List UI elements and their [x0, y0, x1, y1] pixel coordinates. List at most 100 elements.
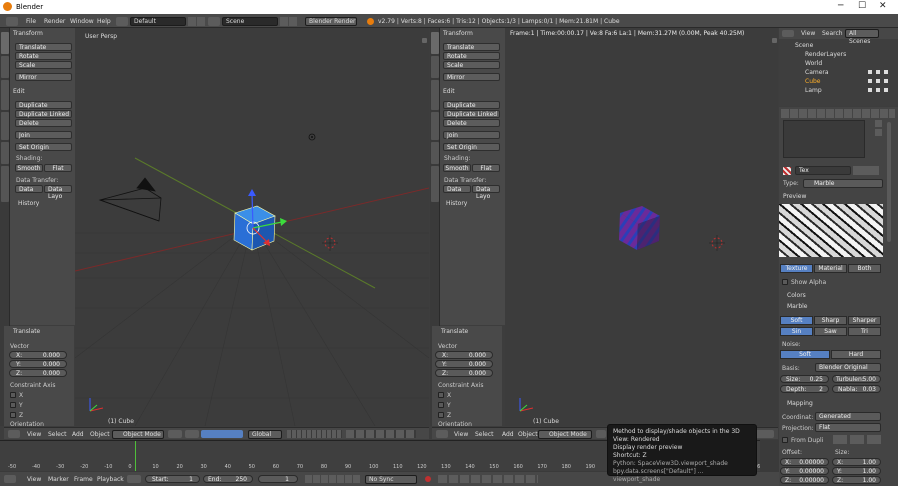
editor-type-icon[interactable]	[4, 475, 16, 483]
colors-panel-header[interactable]: Colors	[787, 292, 806, 299]
constraint-z-checkbox[interactable]	[438, 412, 444, 418]
offset-y-field[interactable]: Y: 0.00000	[780, 467, 829, 475]
rotate-button[interactable]: Rotate	[443, 52, 500, 60]
tab-animation[interactable]	[431, 112, 439, 140]
menu-object[interactable]: Object	[90, 431, 110, 438]
editor-type-icon[interactable]	[782, 30, 794, 37]
scene-close-icon[interactable]	[289, 17, 297, 26]
playback-controls[interactable]	[305, 475, 361, 483]
menu-object[interactable]: Object	[518, 431, 538, 438]
tab-grease-pencil[interactable]	[431, 166, 439, 202]
menu-add[interactable]: Add	[72, 431, 84, 438]
maximize-button[interactable]: ☐	[858, 1, 866, 11]
extra-header-icons[interactable]	[754, 430, 774, 438]
vector-y-field[interactable]: Y: 0.000	[435, 360, 493, 368]
current-frame-indicator[interactable]	[135, 441, 136, 471]
data-button[interactable]: Data	[15, 185, 43, 193]
join-button[interactable]: Join	[443, 131, 500, 139]
menu-file[interactable]: File	[26, 18, 36, 25]
menu-search[interactable]: Search	[822, 30, 843, 37]
tab-create[interactable]	[431, 56, 439, 78]
constraint-z-checkbox[interactable]	[10, 412, 16, 418]
preview-range-icon[interactable]	[127, 475, 141, 483]
region-toggle-icon[interactable]	[422, 38, 427, 43]
menu-view[interactable]: View	[27, 431, 41, 438]
nabla-field[interactable]: Nabla: 0.03	[832, 385, 881, 393]
size-y-field[interactable]: Y: 1.00	[832, 467, 881, 475]
wave-saw-button[interactable]: Saw	[814, 327, 847, 336]
scene-field[interactable]: Scene	[222, 17, 278, 26]
noise-hard-button[interactable]: Hard	[831, 350, 881, 359]
vector-x-field[interactable]: X: 0.000	[435, 351, 493, 359]
editor-type-icon[interactable]	[436, 430, 448, 438]
operator-header[interactable]: Translate	[441, 328, 468, 335]
noise-soft-button[interactable]: Soft	[780, 350, 830, 359]
axis-mapping-selects[interactable]	[833, 435, 881, 444]
set-origin-select[interactable]: Set Origin	[443, 143, 500, 151]
set-origin-select[interactable]: Set Origin	[15, 143, 72, 151]
show-alpha-checkbox[interactable]	[782, 279, 788, 285]
tab-animation[interactable]	[1, 112, 9, 140]
editor-type-icon[interactable]	[8, 430, 20, 438]
outliner-item-cube[interactable]: Cube	[805, 78, 821, 85]
3d-cursor[interactable]	[709, 235, 725, 251]
mirror-button[interactable]: Mirror	[15, 73, 72, 81]
menu-select[interactable]: Select	[475, 431, 494, 438]
marble-soft-button[interactable]: Soft	[780, 316, 813, 325]
duplicate-button[interactable]: Duplicate	[15, 101, 72, 109]
current-frame-field[interactable]: 1	[258, 475, 298, 483]
translate-button[interactable]: Translate	[15, 43, 72, 51]
data-button[interactable]: Data	[443, 185, 471, 193]
viewport-right[interactable]: Frame:1 | Time:00:00.17 | Ve:8 Fa:6 La:1…	[505, 28, 778, 426]
wave-tri-button[interactable]: Tri	[848, 327, 881, 336]
mode-select[interactable]: Object Mode	[538, 430, 592, 439]
edit-panel-header[interactable]: Edit	[13, 88, 25, 95]
properties-context-tabs[interactable]	[781, 109, 895, 118]
constraint-y-checkbox[interactable]	[438, 402, 444, 408]
texture-slot-add-icon[interactable]	[875, 120, 882, 127]
menu-add[interactable]: Add	[502, 431, 514, 438]
sync-mode-select[interactable]: No Sync	[365, 475, 417, 484]
menu-playback[interactable]: Playback	[97, 476, 124, 483]
constraint-x-checkbox[interactable]	[10, 392, 16, 398]
tab-physics[interactable]	[1, 142, 9, 164]
tab-tools[interactable]	[431, 32, 439, 54]
duplicate-linked-button[interactable]: Duplicate Linked	[15, 110, 72, 118]
preview-panel-header[interactable]: Preview	[783, 193, 806, 200]
duplicate-linked-button[interactable]: Duplicate Linked	[443, 110, 500, 118]
texture-fake-user-icon[interactable]	[853, 166, 879, 175]
menu-view[interactable]: View	[454, 431, 468, 438]
mapping-panel-header[interactable]: Mapping	[787, 400, 813, 407]
preview-texture-tab[interactable]: Texture	[780, 264, 813, 273]
flat-button[interactable]: Flat	[472, 164, 500, 172]
history-panel-header[interactable]: History	[446, 200, 467, 207]
smooth-button[interactable]: Smooth	[15, 164, 43, 172]
operator-header[interactable]: Translate	[13, 328, 40, 335]
constraint-y-checkbox[interactable]	[10, 402, 16, 408]
menu-select[interactable]: Select	[48, 431, 67, 438]
screen-add-icon[interactable]	[188, 17, 196, 26]
tab-create[interactable]	[1, 56, 9, 78]
wave-sin-button[interactable]: Sin	[780, 327, 813, 336]
outliner-item-scene[interactable]: Scene	[795, 42, 813, 49]
translate-button[interactable]: Translate	[443, 43, 500, 51]
keying-set-icons[interactable]	[438, 475, 538, 483]
history-panel-header[interactable]: History	[18, 200, 39, 207]
noise-basis-select[interactable]: Blender Original	[815, 363, 881, 372]
menu-window[interactable]: Window	[70, 18, 94, 25]
pivot-icon[interactable]	[185, 430, 199, 438]
join-button[interactable]: Join	[15, 131, 72, 139]
texture-slot-remove-icon[interactable]	[875, 129, 882, 136]
outliner-item-world[interactable]: World	[805, 60, 822, 67]
projection-select[interactable]: Flat	[815, 423, 881, 432]
snap-icons[interactable]	[346, 430, 416, 438]
preview-both-tab[interactable]: Both	[848, 264, 881, 273]
menu-help[interactable]: Help	[97, 18, 111, 25]
manipulator-z-arrow[interactable]	[248, 189, 256, 196]
render-camera-icon[interactable]	[884, 70, 888, 94]
outliner-item-lamp[interactable]: Lamp	[805, 87, 822, 94]
transform-panel-header[interactable]: Transform	[13, 30, 43, 37]
scene-icon[interactable]	[208, 17, 220, 26]
transform-panel-header[interactable]: Transform	[443, 30, 473, 37]
scene-add-icon[interactable]	[280, 17, 288, 26]
